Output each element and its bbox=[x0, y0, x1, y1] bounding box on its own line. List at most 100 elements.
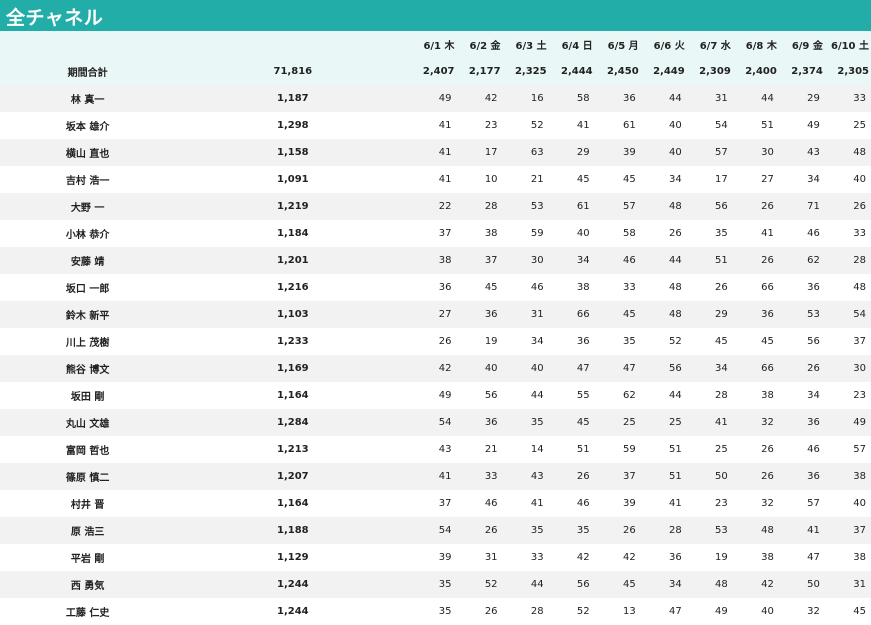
daily-value: 45 bbox=[686, 328, 733, 355]
daily-value: 36 bbox=[778, 463, 825, 490]
daily-value: 51 bbox=[548, 436, 595, 463]
data-table: 6/1 木 6/2 金 6/3 土 6/4 日 6/5 月 6/6 火 6/7 水 6/8 木… bbox=[0, 31, 871, 625]
daily-value: 57 bbox=[594, 193, 641, 220]
daily-value: 41 bbox=[686, 409, 733, 436]
table-row: 川上 茂樹 1,233 26 19 34 36 35 52 45 45 56 37 bbox=[0, 328, 871, 355]
daily-value: 38 bbox=[548, 274, 595, 301]
daily-value: 66 bbox=[548, 301, 595, 328]
daily-value: 19 bbox=[686, 544, 733, 571]
daily-value: 26 bbox=[410, 328, 457, 355]
daily-value: 42 bbox=[548, 544, 595, 571]
daily-value: 27 bbox=[732, 166, 779, 193]
daily-value: 51 bbox=[640, 463, 687, 490]
daily-value: 49 bbox=[410, 85, 457, 112]
person-total: 1,219 bbox=[175, 193, 411, 220]
daily-value: 66 bbox=[732, 274, 779, 301]
daily-value: 28 bbox=[686, 382, 733, 409]
date-header: 6/7 水 bbox=[686, 31, 733, 58]
daily-value: 21 bbox=[502, 166, 549, 193]
person-name: 坂口 一郎 bbox=[0, 274, 176, 301]
daily-value: 21 bbox=[456, 436, 503, 463]
daily-value: 29 bbox=[548, 139, 595, 166]
daily-value: 31 bbox=[502, 301, 549, 328]
person-name: 西 勇気 bbox=[0, 571, 176, 598]
daily-value: 48 bbox=[732, 517, 779, 544]
daily-value: 42 bbox=[456, 85, 503, 112]
table-row: 平岩 剛 1,129 39 31 33 42 42 36 19 38 47 38 bbox=[0, 544, 871, 571]
daily-value: 34 bbox=[778, 166, 825, 193]
daily-value: 22 bbox=[410, 193, 457, 220]
daily-value: 14 bbox=[502, 436, 549, 463]
daily-value: 37 bbox=[824, 517, 871, 544]
table-row: 小林 恭介 1,184 37 38 59 40 58 26 35 41 46 33 bbox=[0, 220, 871, 247]
daily-value: 41 bbox=[410, 112, 457, 139]
daily-value: 35 bbox=[410, 571, 457, 598]
date-header: 6/9 金 bbox=[778, 31, 825, 58]
daily-value: 42 bbox=[594, 544, 641, 571]
daily-value: 26 bbox=[640, 220, 687, 247]
daily-value: 45 bbox=[594, 166, 641, 193]
person-name: 富岡 哲也 bbox=[0, 436, 176, 463]
daily-value: 28 bbox=[456, 193, 503, 220]
daily-value: 36 bbox=[410, 274, 457, 301]
table-row: 鈴木 新平 1,103 27 36 31 66 45 48 29 36 53 54 bbox=[0, 301, 871, 328]
daily-value: 29 bbox=[778, 85, 825, 112]
title-bar: 全チャネル bbox=[0, 0, 871, 31]
daily-value: 53 bbox=[686, 517, 733, 544]
grand-total: 71,816 bbox=[175, 58, 411, 85]
daily-value: 26 bbox=[686, 274, 733, 301]
person-name: 鈴木 新平 bbox=[0, 301, 176, 328]
person-total: 1,184 bbox=[175, 220, 411, 247]
daily-value: 53 bbox=[502, 193, 549, 220]
daily-value: 33 bbox=[824, 85, 871, 112]
daily-value: 45 bbox=[548, 166, 595, 193]
daily-value: 25 bbox=[594, 409, 641, 436]
person-total: 1,169 bbox=[175, 355, 411, 382]
person-name: 篠原 慎二 bbox=[0, 463, 176, 490]
daily-value: 34 bbox=[548, 247, 595, 274]
daily-value: 38 bbox=[732, 382, 779, 409]
daily-value: 36 bbox=[594, 85, 641, 112]
person-name: 坂本 雄介 bbox=[0, 112, 176, 139]
daily-value: 30 bbox=[824, 355, 871, 382]
daily-value: 35 bbox=[410, 598, 457, 625]
daily-total: 2,450 bbox=[594, 58, 641, 85]
daily-value: 36 bbox=[456, 409, 503, 436]
daily-value: 46 bbox=[456, 490, 503, 517]
daily-value: 32 bbox=[778, 598, 825, 625]
daily-value: 52 bbox=[456, 571, 503, 598]
table-row: 横山 直也 1,158 41 17 63 29 39 40 57 30 43 48 bbox=[0, 139, 871, 166]
daily-value: 58 bbox=[594, 220, 641, 247]
table-row: 安藤 靖 1,201 38 37 30 34 46 44 51 26 62 28 bbox=[0, 247, 871, 274]
daily-total: 2,407 bbox=[410, 58, 457, 85]
daily-value: 39 bbox=[594, 490, 641, 517]
person-total: 1,129 bbox=[175, 544, 411, 571]
daily-total: 2,325 bbox=[502, 58, 549, 85]
table-row: 熊谷 博文 1,169 42 40 40 47 47 56 34 66 26 30 bbox=[0, 355, 871, 382]
daily-value: 53 bbox=[778, 301, 825, 328]
daily-value: 52 bbox=[640, 328, 687, 355]
daily-value: 46 bbox=[594, 247, 641, 274]
daily-value: 13 bbox=[594, 598, 641, 625]
daily-value: 32 bbox=[732, 409, 779, 436]
table-row: 篠原 慎二 1,207 41 33 43 26 37 51 50 26 36 38 bbox=[0, 463, 871, 490]
daily-value: 46 bbox=[778, 436, 825, 463]
daily-value: 26 bbox=[732, 247, 779, 274]
date-header: 6/10 土 bbox=[824, 31, 871, 58]
person-total: 1,216 bbox=[175, 274, 411, 301]
daily-value: 43 bbox=[778, 139, 825, 166]
daily-value: 41 bbox=[410, 463, 457, 490]
daily-value: 54 bbox=[686, 112, 733, 139]
daily-value: 26 bbox=[456, 517, 503, 544]
daily-value: 45 bbox=[824, 598, 871, 625]
daily-value: 26 bbox=[732, 463, 779, 490]
daily-value: 48 bbox=[640, 193, 687, 220]
table-row: 坂口 一郎 1,216 36 45 46 38 33 48 26 66 36 48 bbox=[0, 274, 871, 301]
person-name: 熊谷 博文 bbox=[0, 355, 176, 382]
daily-value: 29 bbox=[686, 301, 733, 328]
daily-value: 46 bbox=[502, 274, 549, 301]
daily-value: 28 bbox=[640, 517, 687, 544]
daily-value: 27 bbox=[410, 301, 457, 328]
daily-total: 2,305 bbox=[824, 58, 871, 85]
table-row: 村井 晋 1,164 37 46 41 46 39 41 23 32 57 40 bbox=[0, 490, 871, 517]
